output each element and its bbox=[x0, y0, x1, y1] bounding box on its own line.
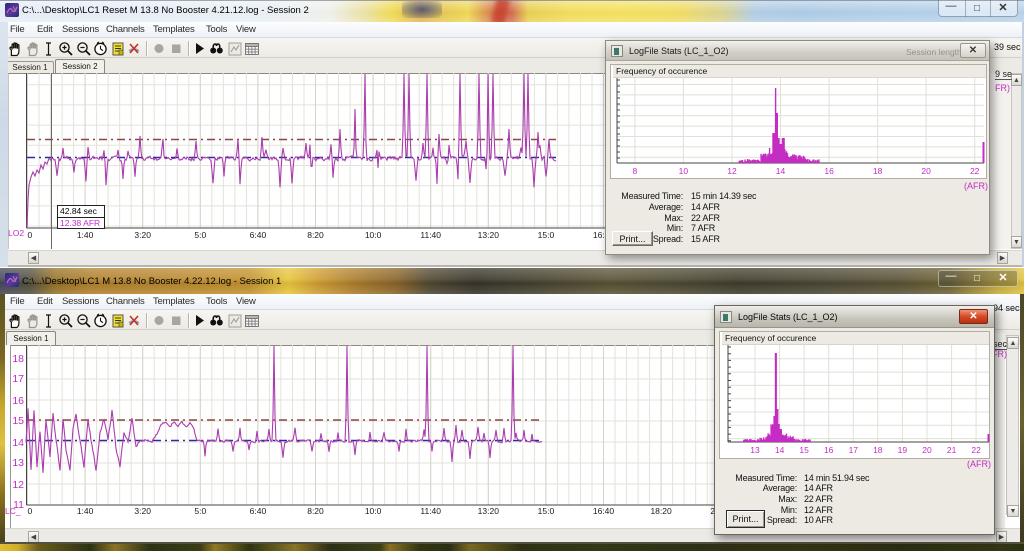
svg-text:6:40: 6:40 bbox=[250, 506, 267, 516]
svg-text:8: 8 bbox=[633, 166, 638, 176]
svg-text:14: 14 bbox=[12, 437, 24, 449]
svg-text:5:0: 5:0 bbox=[194, 230, 206, 240]
svg-text:8:20: 8:20 bbox=[307, 230, 324, 240]
svg-text:13: 13 bbox=[12, 457, 24, 469]
svg-text:16: 16 bbox=[824, 166, 834, 176]
svg-text:18: 18 bbox=[873, 445, 883, 455]
svg-text:13:20: 13:20 bbox=[478, 506, 500, 516]
svg-text:0: 0 bbox=[28, 230, 33, 240]
svg-text:18: 18 bbox=[12, 353, 24, 365]
svg-text:19: 19 bbox=[898, 445, 908, 455]
svg-text:20: 20 bbox=[921, 166, 931, 176]
svg-text:18:20: 18:20 bbox=[650, 506, 672, 516]
svg-text:10: 10 bbox=[679, 166, 689, 176]
svg-text:15: 15 bbox=[799, 445, 809, 455]
svg-text:LO2: LO2 bbox=[8, 228, 24, 238]
svg-text:18: 18 bbox=[873, 166, 883, 176]
svg-text:16:40: 16:40 bbox=[593, 506, 615, 516]
svg-text:3:20: 3:20 bbox=[134, 506, 151, 516]
svg-text:5:0: 5:0 bbox=[194, 506, 206, 516]
svg-text:8:20: 8:20 bbox=[307, 506, 324, 516]
svg-text:10:0: 10:0 bbox=[365, 230, 382, 240]
svg-text:LC_: LC_ bbox=[5, 506, 21, 516]
svg-text:13: 13 bbox=[750, 445, 760, 455]
svg-text:22: 22 bbox=[971, 445, 981, 455]
svg-text:1:40: 1:40 bbox=[77, 506, 94, 516]
svg-text:12: 12 bbox=[12, 479, 24, 491]
svg-text:16: 16 bbox=[824, 445, 834, 455]
svg-text:10:0: 10:0 bbox=[365, 506, 382, 516]
svg-text:14: 14 bbox=[775, 445, 785, 455]
svg-text:17: 17 bbox=[849, 445, 859, 455]
svg-text:15:0: 15:0 bbox=[538, 506, 555, 516]
svg-text:15: 15 bbox=[12, 415, 24, 427]
svg-text:6:40: 6:40 bbox=[250, 230, 267, 240]
svg-text:16: 16 bbox=[12, 395, 24, 407]
svg-text:13:20: 13:20 bbox=[478, 230, 500, 240]
svg-text:17: 17 bbox=[12, 373, 24, 385]
svg-text:0: 0 bbox=[28, 506, 33, 516]
svg-text:15:0: 15:0 bbox=[538, 230, 555, 240]
svg-text:11:40: 11:40 bbox=[420, 230, 441, 240]
svg-text:20: 20 bbox=[922, 445, 932, 455]
svg-text:3:20: 3:20 bbox=[134, 230, 151, 240]
svg-text:12: 12 bbox=[727, 166, 737, 176]
svg-text:14: 14 bbox=[776, 166, 786, 176]
svg-text:22: 22 bbox=[970, 166, 980, 176]
svg-text:11:40: 11:40 bbox=[420, 506, 441, 516]
svg-text:1:40: 1:40 bbox=[77, 230, 94, 240]
svg-text:21: 21 bbox=[947, 445, 957, 455]
